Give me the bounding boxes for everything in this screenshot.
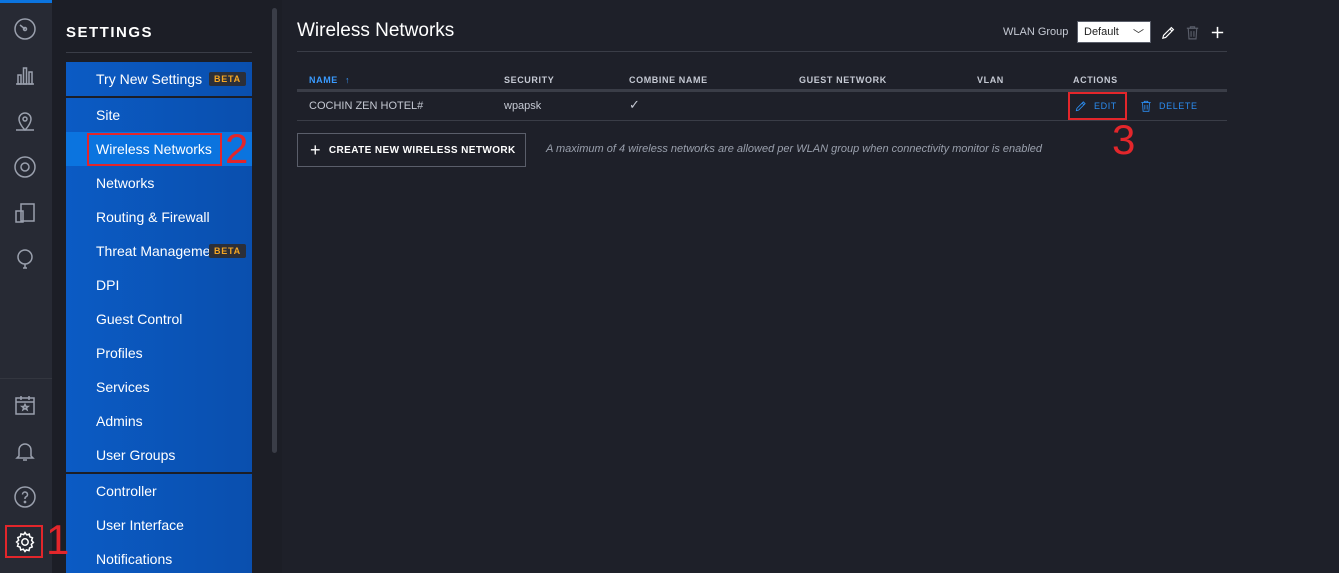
settings-scrollbar[interactable] xyxy=(272,8,277,453)
nav-item-site[interactable]: Site xyxy=(66,98,252,132)
trash-icon xyxy=(1186,25,1198,39)
delete-button[interactable]: DELETE xyxy=(1139,97,1198,115)
nav-item-label: Guest Control xyxy=(96,311,183,327)
nav-item-label: Site xyxy=(96,107,121,123)
dashboard-icon[interactable] xyxy=(12,16,38,42)
alerts-icon[interactable] xyxy=(12,438,38,464)
cell-name: COCHIN ZEN HOTEL# xyxy=(309,100,424,112)
nav-item-label: Notifications xyxy=(96,551,173,567)
delete-label: DELETE xyxy=(1159,101,1198,111)
map-icon[interactable] xyxy=(12,108,38,134)
nav-group-beta: Try New Settings BETA xyxy=(66,62,252,96)
nav-item-controller[interactable]: Controller xyxy=(66,474,252,508)
rail-active-indicator xyxy=(0,0,52,3)
column-name[interactable]: NAME ↑ xyxy=(309,75,350,85)
nav-item-try-new-settings[interactable]: Try New Settings BETA xyxy=(66,62,252,96)
edit-group-button[interactable] xyxy=(1158,21,1178,43)
column-security[interactable]: SECURITY xyxy=(504,75,554,85)
header-divider xyxy=(297,51,1227,52)
devices-icon[interactable] xyxy=(12,154,38,180)
nav-item-services[interactable]: Services xyxy=(66,370,252,404)
cell-security: wpapsk xyxy=(504,100,542,112)
plus-icon xyxy=(1211,26,1223,38)
nav-group-controller: Controller User Interface Notifications xyxy=(66,474,252,573)
add-group-button[interactable] xyxy=(1207,21,1227,43)
create-button-label: CREATE NEW WIRELESS NETWORK xyxy=(328,144,516,156)
edit-label: EDIT xyxy=(1094,101,1117,111)
table-header: NAME ↑ SECURITY COMBINE NAME GUEST NETWO… xyxy=(297,72,1227,90)
clients-icon[interactable] xyxy=(12,200,38,226)
nav-item-label: Networks xyxy=(96,175,155,191)
nav-item-networks[interactable]: Networks xyxy=(66,166,252,200)
chevron-down-icon: ﹀ xyxy=(1133,29,1144,41)
nav-item-user-interface[interactable]: User Interface xyxy=(66,508,252,542)
nav-item-label: User Interface xyxy=(96,517,184,533)
check-icon: ✓ xyxy=(629,97,640,112)
nav-item-routing-firewall[interactable]: Routing & Firewall xyxy=(66,200,252,234)
nav-item-label: Profiles xyxy=(96,345,143,361)
beta-badge: BETA xyxy=(208,72,246,86)
help-icon[interactable] xyxy=(12,484,38,510)
pencil-icon xyxy=(1161,26,1174,39)
nav-item-admins[interactable]: Admins xyxy=(66,404,252,438)
wlan-group-value: Default xyxy=(1084,26,1119,38)
row-divider xyxy=(297,120,1227,121)
column-combine-name[interactable]: COMBINE NAME xyxy=(629,75,708,85)
plus-icon: + xyxy=(310,140,321,160)
nav-item-label: Services xyxy=(96,379,150,395)
edit-button[interactable]: EDIT xyxy=(1074,97,1117,115)
table-row: COCHIN ZEN HOTEL# wpapsk ✓ EDIT DELETE xyxy=(297,92,1227,120)
create-wireless-network-button[interactable]: + CREATE NEW WIRELESS NETWORK xyxy=(297,133,526,167)
nav-item-threat-management[interactable]: Threat Management BETA xyxy=(66,234,252,268)
nav-item-guest-control[interactable]: Guest Control xyxy=(66,302,252,336)
nav-item-label: Threat Management xyxy=(96,243,223,259)
nav-group-site: Site Wireless Networks Networks Routing … xyxy=(66,98,252,472)
nav-item-wireless-networks[interactable]: Wireless Networks xyxy=(66,132,252,166)
insights-icon[interactable] xyxy=(12,246,38,272)
unifi-settings-screen: SETTINGS Try New Settings BETA Site Wire… xyxy=(0,0,1339,573)
wlan-group-select[interactable]: Default ﹀ xyxy=(1077,21,1151,43)
beta-badge: BETA xyxy=(208,244,246,258)
page-title: Wireless Networks xyxy=(297,20,455,41)
sort-ascending-icon: ↑ xyxy=(345,75,351,85)
wlan-group-label: WLAN Group xyxy=(1003,26,1069,38)
column-actions: ACTIONS xyxy=(1073,75,1118,85)
nav-item-user-groups[interactable]: User Groups xyxy=(66,438,252,472)
nav-item-profiles[interactable]: Profiles xyxy=(66,336,252,370)
limit-note: A maximum of 4 wireless networks are all… xyxy=(546,143,1043,155)
column-guest-network[interactable]: GUEST NETWORK xyxy=(799,75,887,85)
nav-item-label: DPI xyxy=(96,277,120,293)
icon-rail xyxy=(0,0,52,573)
nav-item-notifications[interactable]: Notifications xyxy=(66,542,252,573)
settings-panel: SETTINGS Try New Settings BETA Site Wire… xyxy=(52,0,282,573)
pencil-icon xyxy=(1075,101,1086,112)
settings-icon[interactable] xyxy=(12,529,38,555)
settings-title: SETTINGS xyxy=(66,24,154,41)
statistics-icon[interactable] xyxy=(12,62,38,88)
nav-item-dpi[interactable]: DPI xyxy=(66,268,252,302)
nav-item-label: Admins xyxy=(96,413,143,429)
events-icon[interactable] xyxy=(12,392,38,418)
trash-icon xyxy=(1141,100,1151,112)
rail-separator xyxy=(0,378,52,379)
nav-item-label: Routing & Firewall xyxy=(96,209,210,225)
delete-group-button[interactable] xyxy=(1182,21,1202,43)
column-label: NAME xyxy=(309,75,338,85)
nav-item-label: Try New Settings xyxy=(96,71,203,87)
main-content: Wireless Networks WLAN Group Default ﹀ N… xyxy=(297,0,1227,573)
title-divider xyxy=(66,52,252,53)
nav-item-label: Wireless Networks xyxy=(96,141,212,157)
nav-item-label: User Groups xyxy=(96,447,176,463)
nav-item-label: Controller xyxy=(96,483,157,499)
column-vlan[interactable]: VLAN xyxy=(977,75,1004,85)
